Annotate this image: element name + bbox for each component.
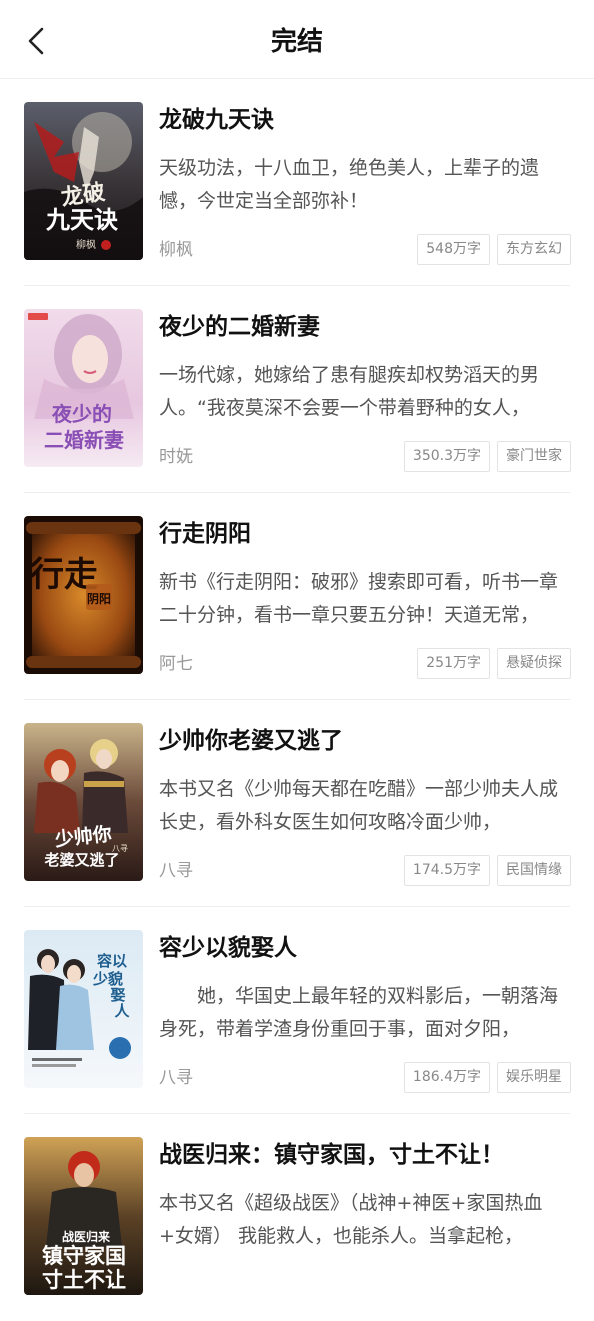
book-item[interactable]: 少帅你 老婆又逃了 八寻 少帅你老婆又逃了 本书又名《少帅每天都在吃醋》一部少帅… <box>0 700 594 907</box>
cover-author: 柳枫 <box>76 238 96 251</box>
book-description: 本书又名《超级战医》（战神+神医+家国热血+女婿） 我能救人，也能杀人。当拿起枪… <box>159 1192 543 1247</box>
book-item[interactable]: 容以 少貌 娶 人 容少以貌娶人 她，华国史上最年轻的双料影后，一朝落海身死，带… <box>0 907 594 1114</box>
book-cover[interactable]: 龙破 九天诀 柳枫 <box>24 102 143 260</box>
cover-title-line2: 二婚新妻 <box>44 428 124 452</box>
cover-title-line2: 九天诀 <box>45 205 118 234</box>
cover-title-line1: 夜少的 <box>51 402 112 426</box>
book-title[interactable]: 容少以貌娶人 <box>159 931 569 965</box>
book-tags: 186.4万字 娱乐明星 <box>403 1062 571 1093</box>
category-tag[interactable]: 东方玄幻 <box>497 234 571 265</box>
cover-title-line2: 老婆又逃了 <box>43 851 119 869</box>
book-cover[interactable]: 战医归来 镇守家国 寸土不让 <box>24 1137 143 1295</box>
book-item[interactable]: 龙破 九天诀 柳枫 龙破九天诀 天级功法，十八血卫，绝色美人，上辈子的遗憾，今世… <box>0 79 594 286</box>
word-count-tag: 186.4万字 <box>403 1062 490 1093</box>
book-cover[interactable]: 少帅你 老婆又逃了 八寻 <box>24 723 143 881</box>
cover-author: 八寻 <box>112 844 128 853</box>
book-list: 龙破 九天诀 柳枫 龙破九天诀 天级功法，十八血卫，绝色美人，上辈子的遗憾，今世… <box>0 79 594 1321</box>
category-tag[interactable]: 民国情缘 <box>497 855 571 886</box>
book-title[interactable]: 龙破九天诀 <box>159 103 569 137</box>
word-count-tag: 548万字 <box>417 234 490 265</box>
book-tags: 548万字 东方玄幻 <box>417 234 571 265</box>
cover-title-line2: 镇守家国 <box>42 1243 126 1268</box>
word-count-tag: 251万字 <box>417 648 490 679</box>
category-tag[interactable]: 豪门世家 <box>497 441 571 472</box>
book-author: 柳枫 <box>159 240 193 260</box>
book-description: 本书又名《少帅每天都在吃醋》一部少帅夫人成长史，看外科女医生如何攻略冷面少帅， <box>159 778 559 833</box>
book-title[interactable]: 战医归来：镇守家国，寸土不让！ <box>159 1138 569 1172</box>
cover-title-line4: 人 <box>114 1002 130 1020</box>
book-tags: 251万字 悬疑侦探 <box>417 648 571 679</box>
cover-title-line1: 容以 <box>96 952 127 970</box>
word-count-tag: 174.5万字 <box>403 855 490 886</box>
book-title[interactable]: 夜少的二婚新妻 <box>159 310 569 344</box>
book-title[interactable]: 少帅你老婆又逃了 <box>159 724 569 758</box>
category-tag[interactable]: 悬疑侦探 <box>497 648 571 679</box>
book-description: 天级功法，十八血卫，绝色美人，上辈子的遗憾，今世定当全部弥补！ <box>159 157 540 212</box>
cover-title-line1: 战医归来 <box>62 1229 111 1244</box>
book-title[interactable]: 行走阴阳 <box>159 517 569 551</box>
book-tags: 174.5万字 民国情缘 <box>403 855 571 886</box>
book-author: 八寻 <box>159 861 193 881</box>
book-cover[interactable]: 容以 少貌 娶 人 <box>24 930 143 1088</box>
word-count-tag: 350.3万字 <box>403 441 490 472</box>
book-item[interactable]: 夜少的 二婚新妻 夜少的二婚新妻 一场代嫁，她嫁给了患有腿疾却权势滔天的男人。“… <box>0 286 594 493</box>
book-description: 她，华国史上最年轻的双料影后，一朝落海身死，带着学渣身份重回于事，面对夕阳， <box>159 985 559 1040</box>
category-tag[interactable]: 娱乐明星 <box>497 1062 571 1093</box>
cover-title-line2: 阴阳 <box>87 591 111 606</box>
book-tags: 350.3万字 豪门世家 <box>403 441 571 472</box>
book-description: 一场代嫁，她嫁给了患有腿疾却权势滔天的男人。“我夜莫深不会要一个带着野种的女人， <box>159 364 540 419</box>
top-bar: 完结 <box>0 0 594 79</box>
book-author: 时妩 <box>159 447 193 467</box>
book-author: 八寻 <box>159 1068 193 1088</box>
book-cover[interactable]: 夜少的 二婚新妻 <box>24 309 143 467</box>
book-item[interactable]: 行走 阴阳 行走阴阳 新书《行走阴阳：破邪》搜索即可看，听书一章二十分钟，看书一… <box>0 493 594 700</box>
book-description: 新书《行走阴阳：破邪》搜索即可看，听书一章二十分钟，看书一章只要五分钟！天道无常… <box>159 571 559 626</box>
book-author: 阿七 <box>159 654 193 674</box>
page-title: 完结 <box>270 27 323 57</box>
book-item[interactable]: 战医归来 镇守家国 寸土不让 战医归来：镇守家国，寸土不让！ 本书又名《超级战医… <box>0 1114 594 1321</box>
book-cover[interactable]: 行走 阴阳 <box>24 516 143 674</box>
